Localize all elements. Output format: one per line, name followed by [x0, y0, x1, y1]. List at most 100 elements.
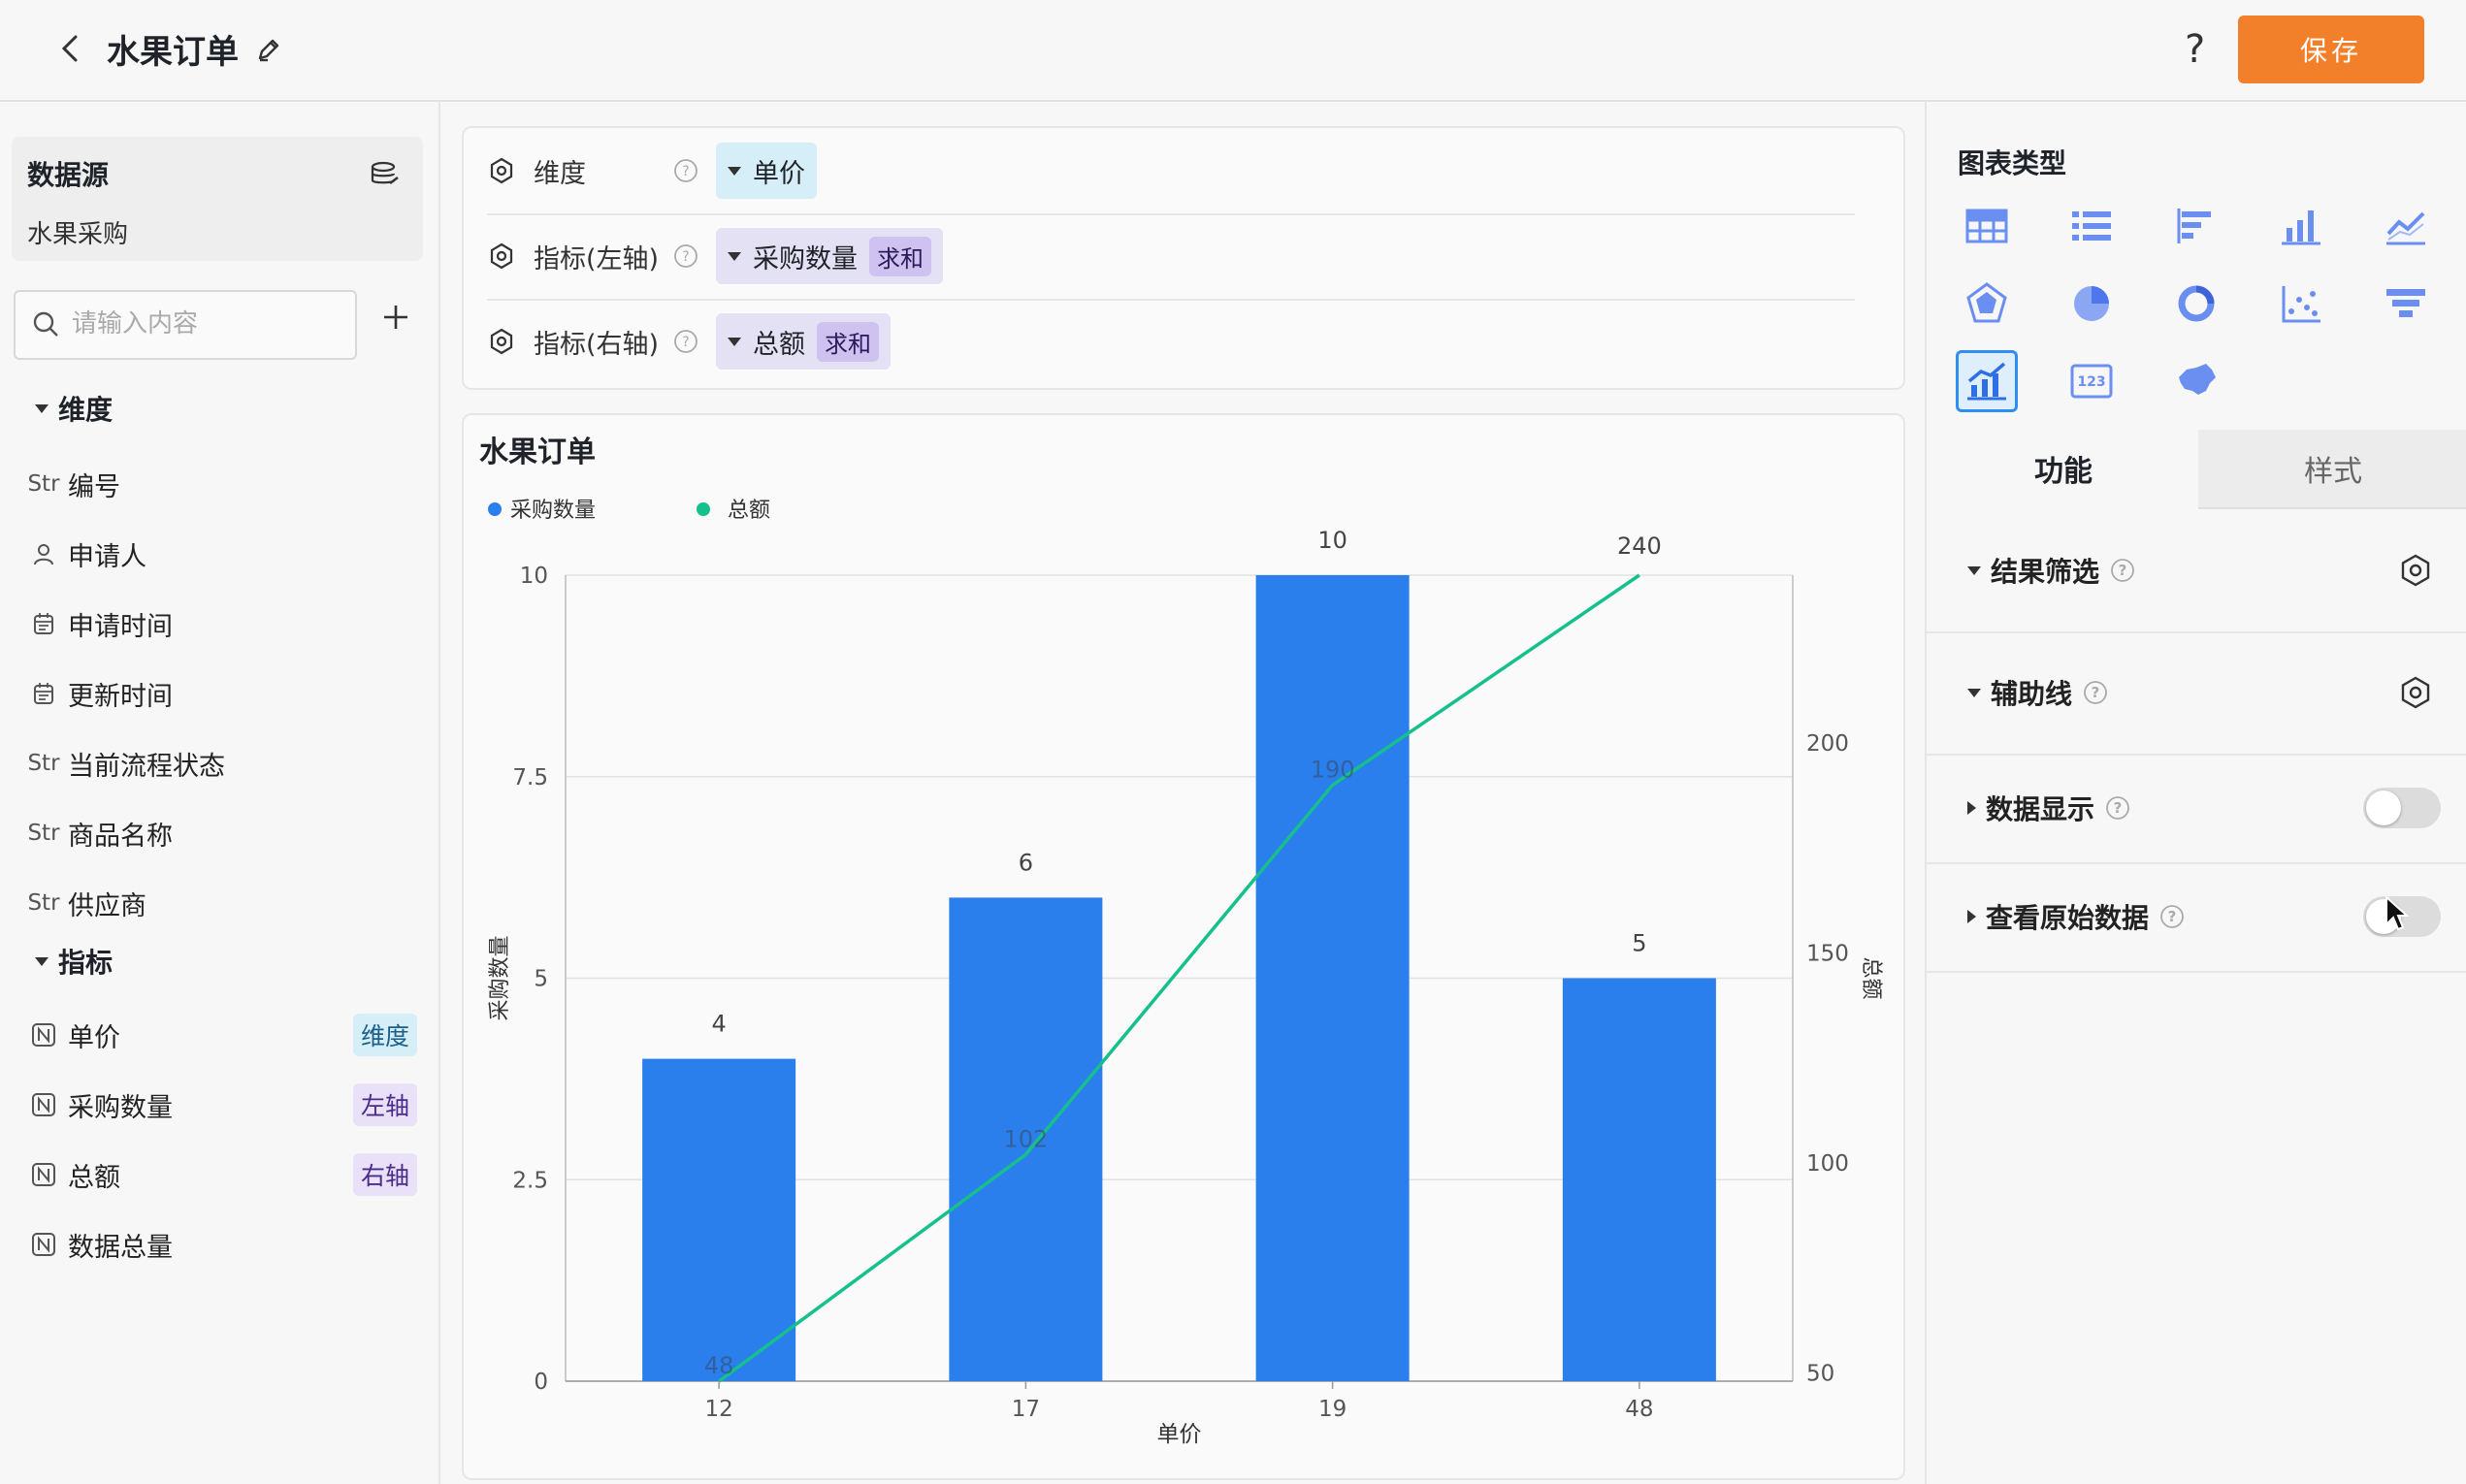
tab-style[interactable]: 样式	[2198, 430, 2466, 509]
help-circle-icon[interactable]: ?	[673, 243, 698, 269]
number-type-icon	[27, 1088, 60, 1121]
field-item[interactable]: 采购数量	[27, 1085, 173, 1124]
datasource-switch-icon[interactable]	[369, 158, 402, 191]
aggregation-badge[interactable]: 求和	[817, 321, 879, 362]
section-settings-icon[interactable]	[2398, 675, 2433, 714]
field-item[interactable]: 更新时间	[27, 674, 173, 713]
help-circle-icon[interactable]: ?	[2082, 679, 2109, 706]
list-icon[interactable]	[2060, 195, 2123, 257]
field-name: 总额	[68, 1162, 120, 1193]
donut-icon[interactable]	[2165, 273, 2227, 335]
field-item[interactable]: Str 商品名称	[27, 814, 173, 853]
field-item[interactable]: 数据总量	[27, 1225, 173, 1264]
bar-data-label: 10	[1317, 527, 1347, 554]
date-icon	[27, 607, 60, 640]
bar-column-icon[interactable]	[2270, 195, 2332, 257]
section-label: 数据显示	[1986, 793, 2095, 825]
bar-horizontal-icon[interactable]	[2165, 195, 2227, 257]
caret-down-icon	[728, 337, 741, 346]
left-axis-row-label: 指标(左轴)	[534, 243, 660, 274]
caret-down-icon	[728, 166, 741, 176]
settings-tabs: 功能 样式	[1929, 430, 2466, 509]
radar-icon[interactable]	[1956, 273, 2018, 335]
line-data-label: 240	[1617, 532, 1662, 560]
field-item[interactable]: 总额	[27, 1155, 120, 1194]
y-left-axis-title: 采购数量	[488, 935, 512, 1020]
scatter-icon[interactable]	[2270, 273, 2332, 335]
field-name: 供应商	[68, 890, 146, 921]
number-card-icon[interactable]: 123	[2060, 350, 2123, 412]
svg-text:?: ?	[2119, 562, 2127, 579]
help-circle-icon[interactable]: ?	[2158, 903, 2186, 930]
dimension-pill[interactable]: 单价	[716, 143, 817, 199]
help-circle-icon[interactable]: ?	[2104, 794, 2131, 822]
page-title: 水果订单	[107, 33, 239, 72]
caret-down-icon	[1967, 565, 1981, 575]
legend-marker-bar	[488, 502, 502, 516]
field-name: 商品名称	[68, 821, 173, 852]
save-button[interactable]: 保存	[2238, 16, 2424, 83]
left-axis-pill-label: 采购数量	[753, 243, 858, 274]
settings-icon[interactable]	[487, 156, 516, 185]
left-axis-row: 指标(左轴) ? 采购数量 求和	[487, 213, 1855, 301]
y-left-tick-label: 10	[520, 564, 548, 589]
field-item[interactable]: Str 编号	[27, 465, 120, 503]
search-icon	[33, 311, 58, 337]
bar-data-label: 5	[1632, 930, 1646, 957]
caret-down-icon	[1967, 688, 1981, 697]
help-circle-icon[interactable]: ?	[673, 158, 698, 183]
field-panel: 数据源 水果采购 维度 Str编号申请人申请时间更新时间Str当前流程状态Str…	[0, 102, 440, 1484]
back-arrow-icon[interactable]	[54, 31, 89, 66]
section-header[interactable]: 查看原始数据?	[1967, 897, 2186, 936]
svg-text:?: ?	[2114, 799, 2123, 817]
settings-icon[interactable]	[487, 242, 516, 271]
caret-right-icon	[1967, 910, 1976, 923]
y-left-tick-label: 5	[534, 967, 548, 992]
field-item[interactable]: Str 供应商	[27, 884, 146, 922]
right-axis-pill[interactable]: 总额 求和	[716, 313, 891, 370]
field-name: 更新时间	[68, 681, 173, 712]
funnel-icon[interactable]	[2375, 273, 2437, 335]
number-type-icon	[27, 1228, 60, 1261]
field-item[interactable]: 申请时间	[27, 604, 173, 643]
datasource-name: 水果采购	[27, 220, 129, 249]
help-circle-icon[interactable]: ?	[2109, 557, 2136, 584]
metric-group-header[interactable]: 指标	[35, 942, 113, 981]
pie-icon[interactable]	[2060, 273, 2123, 335]
legend-label-line: 总额	[728, 499, 770, 523]
search-input[interactable]	[70, 304, 345, 344]
left-axis-pill[interactable]: 采购数量 求和	[716, 228, 943, 284]
svg-text:?: ?	[2168, 908, 2177, 925]
field-name: 申请人	[68, 541, 146, 572]
section-settings-icon[interactable]	[2398, 553, 2433, 592]
dimension-group-header[interactable]: 维度	[35, 389, 113, 428]
section-header[interactable]: 结果筛选?	[1967, 551, 2136, 590]
svg-text:?: ?	[682, 335, 689, 350]
line-chart-icon[interactable]	[2375, 195, 2437, 257]
table-icon[interactable]	[1956, 195, 2018, 257]
line-data-label: 190	[1311, 756, 1355, 783]
add-field-icon[interactable]	[376, 298, 415, 337]
combo-chart-icon[interactable]	[1956, 350, 2018, 412]
section-header[interactable]: 数据显示?	[1967, 789, 2131, 827]
edit-icon[interactable]	[254, 35, 283, 64]
x-tick-label: 19	[1318, 1397, 1347, 1422]
field-search[interactable]	[14, 290, 357, 360]
dimension-row: 维度 ? 单价	[487, 128, 1855, 215]
tab-function[interactable]: 功能	[1929, 430, 2198, 507]
section-header[interactable]: 辅助线?	[1967, 673, 2109, 712]
aggregation-badge[interactable]: 求和	[869, 236, 931, 276]
field-name: 单价	[68, 1022, 120, 1053]
help-circle-icon[interactable]: ?	[673, 329, 698, 354]
settings-icon[interactable]	[487, 327, 516, 356]
field-item[interactable]: 申请人	[27, 534, 146, 573]
help-icon[interactable]: ?	[2185, 27, 2205, 72]
right-axis-pill-label: 总额	[753, 329, 805, 360]
y-right-axis-title: 总额	[1859, 956, 1883, 999]
toggle-switch[interactable]	[2363, 788, 2441, 828]
field-item[interactable]: 单价	[27, 1016, 120, 1054]
field-name: 当前流程状态	[68, 751, 225, 782]
map-icon[interactable]	[2165, 350, 2227, 412]
string-type-icon: Str	[27, 890, 60, 916]
field-item[interactable]: Str 当前流程状态	[27, 744, 225, 783]
